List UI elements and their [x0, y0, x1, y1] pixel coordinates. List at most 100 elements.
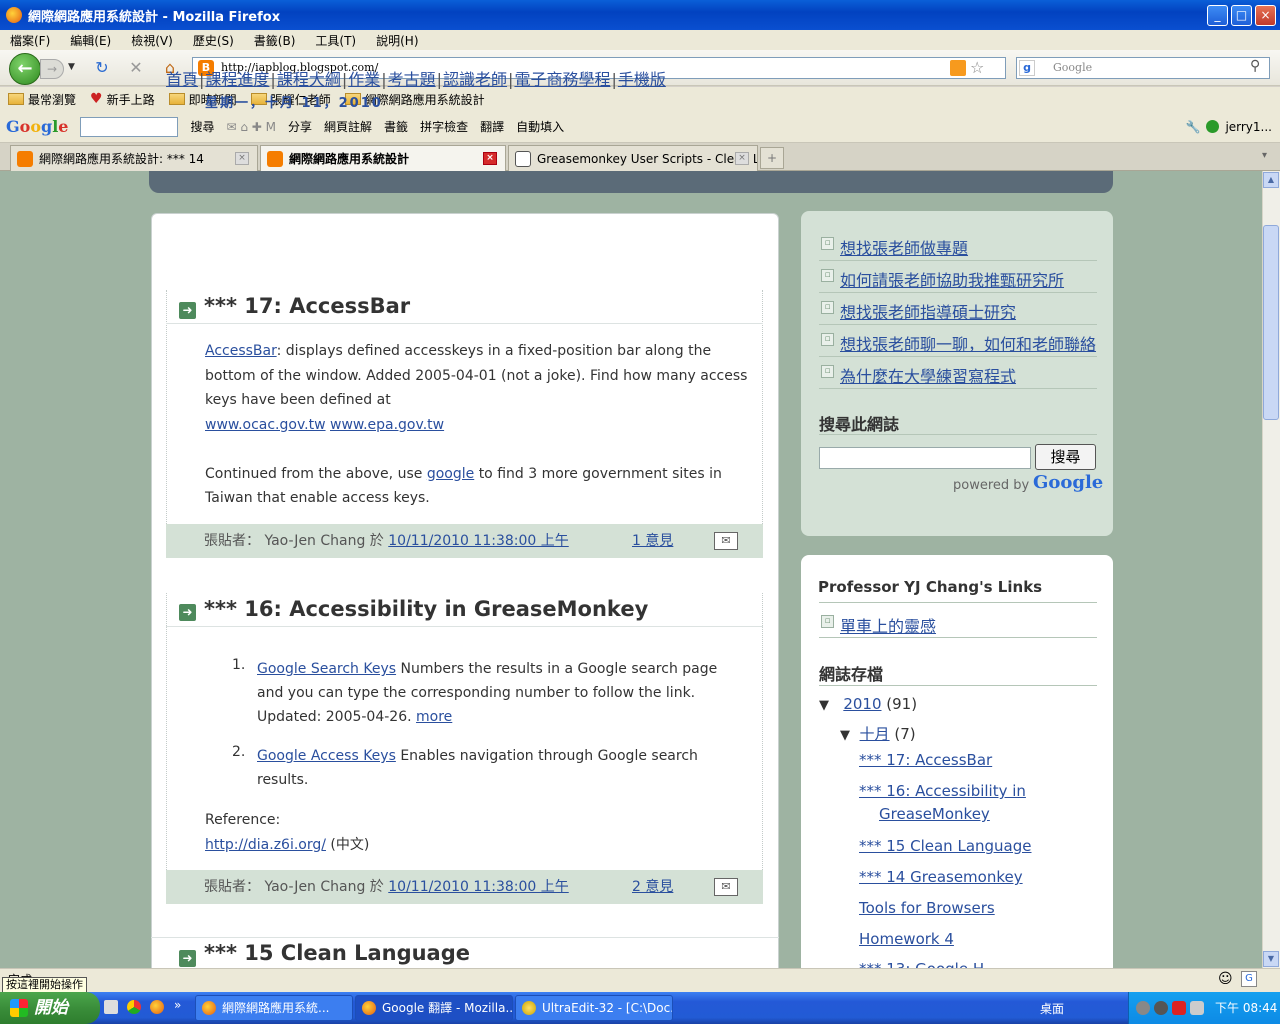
- sidebar-link[interactable]: 想找張老師做專題: [840, 235, 968, 259]
- maximize-button[interactable]: □: [1231, 5, 1252, 26]
- bookmark-most-visited[interactable]: 最常瀏覽: [8, 91, 76, 108]
- greasemonkey-icon[interactable]: ☺: [1218, 971, 1233, 987]
- history-dropdown-icon[interactable]: ▼: [68, 62, 75, 72]
- accessbar-link[interactable]: AccessBar: [205, 343, 277, 359]
- tab-post-14[interactable]: 網際網路應用系統設計: *** 14 ×: [10, 145, 258, 171]
- nav-exams[interactable]: 考古題: [388, 70, 436, 89]
- archive-year[interactable]: ▼ 2010 (91): [819, 695, 917, 713]
- google-bookmarks-button[interactable]: 書籤: [384, 118, 408, 135]
- google-share-button[interactable]: 分享: [288, 118, 312, 135]
- search-go-icon[interactable]: ⚲: [1250, 58, 1260, 74]
- tab-blog-home[interactable]: 網際網路應用系統設計 ×: [260, 145, 506, 171]
- new-tab-button[interactable]: +: [760, 147, 784, 169]
- taskbar-item-firefox[interactable]: 網際網路應用系統...: [195, 995, 353, 1021]
- menu-file[interactable]: 檔案(F): [10, 32, 50, 49]
- archive-month[interactable]: ▼ 十月 (7): [840, 723, 916, 744]
- google-status-icon[interactable]: G: [1241, 971, 1257, 987]
- blog-search-button[interactable]: 搜尋: [1035, 444, 1096, 470]
- clock[interactable]: 下午 08:44: [1215, 1001, 1277, 1015]
- tab-list-icon[interactable]: ▾: [1262, 150, 1267, 161]
- menu-help[interactable]: 說明(H): [376, 32, 418, 49]
- firefox-quicklaunch-icon[interactable]: [150, 1000, 164, 1014]
- nav-ecommerce[interactable]: 電子商務學程: [514, 70, 610, 89]
- epa-link[interactable]: www.epa.gov.tw: [330, 417, 444, 433]
- scroll-up-icon[interactable]: ▲: [1263, 172, 1279, 188]
- nav-syllabus[interactable]: 課程大綱: [277, 70, 341, 89]
- sidebar-link[interactable]: 如何請張老師協助我推甄研究所: [840, 267, 1064, 291]
- desktop-toolbar[interactable]: 桌面: [1040, 1000, 1064, 1017]
- show-desktop-icon[interactable]: [104, 1000, 118, 1014]
- rss-feed-icon[interactable]: [950, 60, 966, 76]
- archive-post[interactable]: *** 13: Google H...: [859, 960, 998, 968]
- google-link[interactable]: google: [427, 466, 474, 482]
- menu-edit[interactable]: 編輯(E): [70, 32, 111, 49]
- sidebar-link[interactable]: 想找張老師指導碩士研究: [840, 299, 1016, 323]
- tab-close-icon[interactable]: ×: [235, 152, 249, 165]
- post-title[interactable]: *** 15 Clean Language: [204, 941, 470, 965]
- google-spellcheck-button[interactable]: 拼字檢查: [420, 118, 468, 135]
- tab-close-icon[interactable]: ×: [483, 152, 497, 165]
- more-link[interactable]: more: [416, 709, 452, 725]
- bookmark-star-icon[interactable]: ☆: [970, 58, 984, 77]
- archive-post[interactable]: Tools for Browsers: [859, 899, 995, 917]
- nav-progress[interactable]: 課程進度: [205, 70, 269, 89]
- menu-tools[interactable]: 工具(T): [315, 32, 356, 49]
- nav-teacher[interactable]: 認識老師: [443, 70, 507, 89]
- taskbar-item-translate[interactable]: Google 翻譯 - Mozilla...: [355, 995, 513, 1021]
- back-button[interactable]: ←: [9, 53, 41, 85]
- search-engine-icon[interactable]: g: [1019, 60, 1035, 76]
- archive-post[interactable]: *** 16: Accessibility in: [859, 782, 1026, 800]
- ocac-link[interactable]: www.ocac.gov.tw: [205, 417, 326, 433]
- search-input[interactable]: Google: [1016, 57, 1270, 79]
- scroll-down-icon[interactable]: ▼: [1263, 951, 1279, 967]
- scrollbar-thumb[interactable]: [1263, 225, 1279, 420]
- google-access-keys-link[interactable]: Google Access Keys: [257, 748, 396, 764]
- email-post-icon[interactable]: ✉: [714, 878, 738, 896]
- menu-bookmarks[interactable]: 書籤(B): [254, 32, 296, 49]
- email-post-icon[interactable]: ✉: [714, 532, 738, 550]
- google-search-button[interactable]: 搜尋: [190, 118, 214, 135]
- bookmark-getting-started[interactable]: ♥ 新手上路: [90, 91, 155, 108]
- tray-icon[interactable]: [1190, 1001, 1204, 1015]
- comments-link[interactable]: 1 意見: [632, 524, 673, 558]
- google-autofill-button[interactable]: 自動填入: [516, 118, 564, 135]
- chrome-icon[interactable]: [127, 1000, 141, 1014]
- post-permalink[interactable]: 10/11/2010 11:38:00 上午: [388, 879, 568, 895]
- archive-post[interactable]: *** 14 Greasemonkey: [859, 868, 1023, 886]
- reload-icon[interactable]: ↻: [92, 58, 112, 78]
- close-window-button[interactable]: ×: [1255, 5, 1276, 26]
- archive-post[interactable]: GreaseMonkey: [879, 805, 990, 823]
- nav-home[interactable]: 首頁: [166, 70, 198, 89]
- google-sidewiki-button[interactable]: 網頁註解: [324, 118, 372, 135]
- expand-triangle-icon[interactable]: ▼: [840, 728, 850, 743]
- google-account[interactable]: 🔧 jerry1...: [1185, 120, 1272, 134]
- google-toolbar-search-input[interactable]: [80, 116, 179, 137]
- quicklaunch-expand-icon[interactable]: »: [174, 998, 181, 1012]
- stop-icon[interactable]: ✕: [126, 58, 146, 78]
- google-translate-button[interactable]: 翻譯: [480, 118, 504, 135]
- archive-post[interactable]: Homework 4: [859, 930, 954, 948]
- tab-close-icon[interactable]: ×: [735, 152, 749, 165]
- nav-mobile[interactable]: 手機版: [618, 70, 666, 89]
- antivirus-tray-icon[interactable]: [1172, 1001, 1186, 1015]
- sidebar-link[interactable]: 為什麼在大學練習寫程式: [840, 363, 1016, 387]
- tray-icon[interactable]: [1136, 1001, 1150, 1015]
- comments-link[interactable]: 2 意見: [632, 870, 673, 904]
- taskbar-item-ultraedit[interactable]: UltraEdit-32 - [C:\Doc...: [515, 995, 673, 1021]
- archive-post[interactable]: *** 17: AccessBar: [859, 751, 992, 769]
- tab-greasemonkey[interactable]: Greasemonkey User Scripts - Clean Lan...…: [508, 145, 758, 171]
- expand-triangle-icon[interactable]: ▼: [819, 698, 829, 713]
- archive-post[interactable]: *** 15 Clean Language: [859, 837, 1032, 855]
- nav-homework[interactable]: 作業: [348, 70, 380, 89]
- post-title[interactable]: *** 17: AccessBar: [204, 294, 410, 318]
- sidebar-link[interactable]: 想找張老師聊一聊，如何和老師聯絡: [840, 331, 1096, 355]
- wrench-icon[interactable]: 🔧: [1185, 120, 1200, 134]
- minimize-button[interactable]: _: [1207, 5, 1228, 26]
- forward-button[interactable]: →: [40, 59, 64, 79]
- sidebar-link[interactable]: 單車上的靈感: [840, 613, 936, 637]
- menu-view[interactable]: 檢視(V): [131, 32, 173, 49]
- menu-history[interactable]: 歷史(S): [193, 32, 234, 49]
- google-search-keys-link[interactable]: Google Search Keys: [257, 661, 396, 677]
- post-permalink[interactable]: 10/11/2010 11:38:00 上午: [388, 533, 568, 549]
- blog-search-input[interactable]: [819, 447, 1031, 469]
